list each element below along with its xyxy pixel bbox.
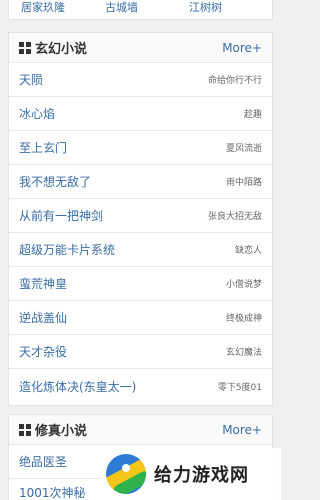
watermark: 给力游戏网 xyxy=(100,448,281,500)
watermark-text: 给力游戏网 xyxy=(154,465,249,486)
panel-title-text: 玄幻小说 xyxy=(35,42,88,57)
more-link[interactable]: More+ xyxy=(222,41,262,55)
panel-header: 修真小说 More+ xyxy=(9,415,272,445)
list-item: 冰心焰 趁趣 xyxy=(9,97,272,131)
book-link[interactable]: 天陨 xyxy=(19,71,43,88)
list-item: 天才杂役 玄幻魔法 xyxy=(9,335,272,369)
panel-title: 玄幻小说 xyxy=(19,38,87,57)
book-link[interactable]: 超级万能卡片系统 xyxy=(19,241,115,258)
panel-header: 玄幻小说 More+ xyxy=(9,33,272,63)
book-link[interactable]: 蛮荒神皇 xyxy=(19,275,67,292)
watermark-logo-icon xyxy=(106,454,146,494)
author-label: 小僧说梦 xyxy=(225,280,262,290)
panel-title-text: 修真小说 xyxy=(35,424,88,439)
book-link[interactable]: 1001次神秘 xyxy=(19,484,86,500)
author-label: 趁趣 xyxy=(243,110,262,120)
panel-title: 修真小说 xyxy=(19,420,87,439)
list-item: 造化炼体决(东皇太一) 零下5度01 xyxy=(9,369,272,403)
book-list: 天陨 命给你行不行 冰心焰 趁趣 至上玄门 夏风流逝 我不想无敌了 雨中陌路 从… xyxy=(9,63,272,403)
author-label: 缺恋人 xyxy=(234,246,262,256)
grid-icon xyxy=(19,41,31,54)
top-panel: 居家玖隆 古城墙 江树树 xyxy=(8,0,273,20)
book-link[interactable]: 我不想无敌了 xyxy=(19,173,91,190)
top-link[interactable]: 江树树 xyxy=(189,0,222,15)
list-item: 从前有一把神剑 张良大招无敌 xyxy=(9,199,272,233)
book-link[interactable]: 造化炼体决(东皇太一) xyxy=(19,378,136,395)
more-link[interactable]: More+ xyxy=(222,423,262,437)
book-link[interactable]: 绝品医圣 xyxy=(19,453,67,470)
book-link[interactable]: 逆战盖仙 xyxy=(19,309,67,326)
list-item: 天陨 命给你行不行 xyxy=(9,63,272,97)
book-link[interactable]: 至上玄门 xyxy=(19,139,67,156)
author-label: 玄幻魔法 xyxy=(225,348,262,358)
author-label: 夏风流逝 xyxy=(225,144,262,154)
book-link[interactable]: 冰心焰 xyxy=(19,105,55,122)
list-item: 蛮荒神皇 小僧说梦 xyxy=(9,267,272,301)
xuanhuan-panel: 玄幻小说 More+ 天陨 命给你行不行 冰心焰 趁趣 至上玄门 夏风流逝 我不… xyxy=(8,32,273,406)
top-link[interactable]: 古城墙 xyxy=(105,0,189,15)
author-label: 零下5度01 xyxy=(217,382,262,393)
top-links: 居家玖隆 古城墙 江树树 xyxy=(9,0,272,19)
list-item: 逆战盖仙 终极成神 xyxy=(9,301,272,335)
author-label: 张良大招无敌 xyxy=(207,212,262,222)
book-link[interactable]: 天才杂役 xyxy=(19,343,67,360)
author-label: 雨中陌路 xyxy=(225,178,262,188)
list-item: 至上玄门 夏风流逝 xyxy=(9,131,272,165)
list-item: 我不想无敌了 雨中陌路 xyxy=(9,165,272,199)
top-link[interactable]: 居家玖隆 xyxy=(21,0,105,15)
grid-icon xyxy=(19,423,31,436)
author-label: 命给你行不行 xyxy=(207,76,262,86)
list-item: 超级万能卡片系统 缺恋人 xyxy=(9,233,272,267)
book-link[interactable]: 从前有一把神剑 xyxy=(19,207,103,224)
author-label: 终极成神 xyxy=(225,314,262,324)
